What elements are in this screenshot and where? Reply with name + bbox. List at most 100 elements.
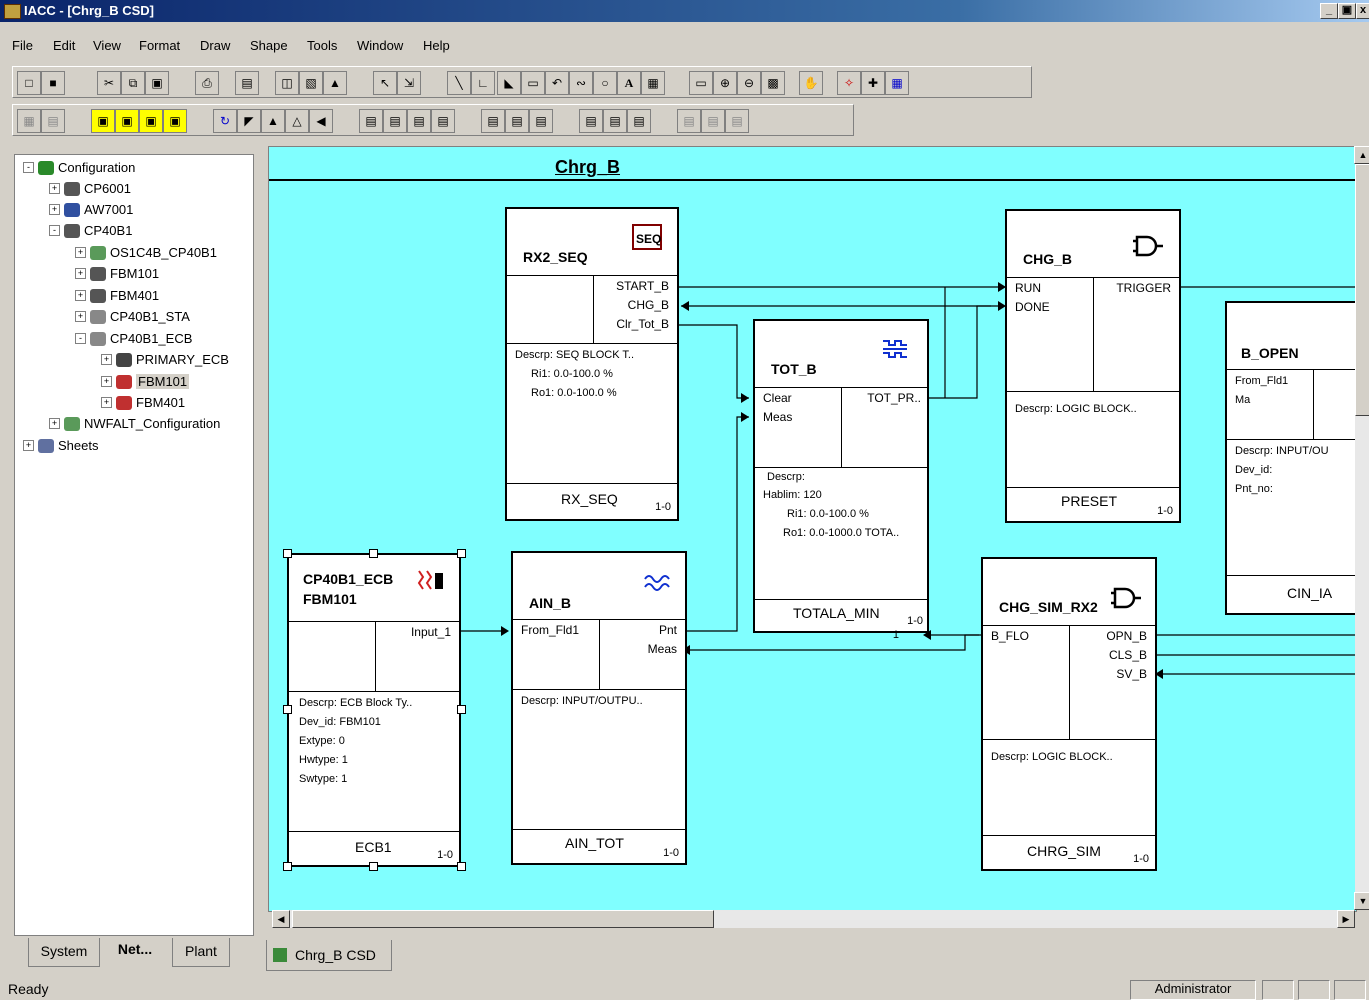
tree-node-cp40b1[interactable]: - CP40B1 bbox=[49, 222, 132, 242]
tree-node-cp40b1-sta[interactable]: + CP40B1_STA bbox=[75, 308, 190, 328]
tree-node-fbm101[interactable]: + FBM101 bbox=[75, 265, 159, 285]
tree-node-fbm401[interactable]: + FBM401 bbox=[75, 287, 159, 307]
port-trigger[interactable]: TRIGGER bbox=[1116, 281, 1171, 295]
port-meas[interactable]: Meas bbox=[763, 410, 792, 424]
port-pin[interactable]: 1 bbox=[893, 629, 899, 641]
rotate-left-icon[interactable]: ◤ bbox=[237, 109, 261, 133]
mirror-icon[interactable]: ◀ bbox=[309, 109, 333, 133]
menu-view[interactable]: View bbox=[93, 38, 121, 53]
scroll-down-icon[interactable]: ▼ bbox=[1354, 892, 1369, 910]
menu-edit[interactable]: Edit bbox=[53, 38, 75, 53]
space-left-icon[interactable]: ▤ bbox=[579, 109, 603, 133]
port-sv-b[interactable]: SV_B bbox=[1116, 667, 1147, 681]
space-right-icon[interactable]: ▤ bbox=[627, 109, 651, 133]
tab-chrg-b-csd[interactable]: Chrg_B CSD bbox=[266, 940, 392, 971]
group-icon[interactable]: ▦ bbox=[17, 109, 41, 133]
tree-node-ecb-fbm101[interactable]: + FBM101 bbox=[101, 373, 190, 393]
horizontal-scroll-thumb[interactable] bbox=[292, 910, 714, 928]
curve-icon[interactable]: ∾ bbox=[569, 71, 593, 95]
port-meas[interactable]: Meas bbox=[648, 642, 677, 656]
tab-system[interactable]: System bbox=[28, 938, 100, 967]
port-b-flo[interactable]: B_FLO bbox=[991, 629, 1029, 643]
block-b-open[interactable]: B_OPEN From_Fld1 Ma Descrp: INPUT/OU Dev… bbox=[1225, 301, 1356, 615]
port-start-b[interactable]: START_B bbox=[616, 279, 669, 293]
elbow-line-icon[interactable]: ∟ bbox=[471, 71, 495, 95]
port-chg-b[interactable]: CHG_B bbox=[628, 298, 669, 312]
tab-plant[interactable]: Plant bbox=[172, 938, 230, 967]
tree-node-configuration[interactable]: - Configuration bbox=[23, 159, 135, 179]
vertical-scroll-thumb[interactable] bbox=[1355, 164, 1369, 416]
pan-hand-icon[interactable]: ✋ bbox=[799, 71, 823, 95]
port-ma[interactable]: Ma bbox=[1235, 394, 1250, 406]
line-icon[interactable]: ╲ bbox=[447, 71, 471, 95]
tree-node-cp6001[interactable]: + CP6001 bbox=[49, 180, 131, 200]
port-opn-b[interactable]: OPN_B bbox=[1106, 629, 1147, 643]
vertical-scrollbar[interactable]: ▲ ▼ bbox=[1354, 146, 1369, 910]
space-center-icon[interactable]: ▤ bbox=[603, 109, 627, 133]
menu-draw[interactable]: Draw bbox=[200, 38, 230, 53]
block-tot-b[interactable]: TOT_B Clear Meas TOT_PR.. Descrp: Hablim… bbox=[753, 319, 929, 641]
minimize-button[interactable]: _ bbox=[1320, 3, 1338, 19]
ungroup-icon[interactable]: ▤ bbox=[41, 109, 65, 133]
align-bottom-icon[interactable]: ▤ bbox=[383, 109, 407, 133]
image-icon[interactable]: ▦ bbox=[641, 71, 665, 95]
tree-node-primary-ecb[interactable]: + PRIMARY_ECB bbox=[101, 351, 229, 371]
align-right-icon[interactable]: ▤ bbox=[431, 109, 455, 133]
cut-icon[interactable]: ✂ bbox=[97, 71, 121, 95]
align-top-icon[interactable]: ▤ bbox=[359, 109, 383, 133]
zoom-fit-icon[interactable]: ▩ bbox=[761, 71, 785, 95]
port-tot-pr[interactable]: TOT_PR.. bbox=[867, 391, 921, 405]
menu-format[interactable]: Format bbox=[139, 38, 180, 53]
menu-help[interactable]: Help bbox=[423, 38, 450, 53]
configuration-tree[interactable]: - Configuration + CP6001 + AW7001 - CP40B1 +… bbox=[14, 154, 254, 936]
view-icon[interactable]: ◫ bbox=[275, 71, 299, 95]
arc-icon[interactable]: ↶ bbox=[545, 71, 569, 95]
tree-node-ecb-fbm401[interactable]: + FBM401 bbox=[101, 394, 185, 414]
text-icon[interactable]: A bbox=[617, 71, 641, 95]
restore-button[interactable]: ▣ bbox=[1338, 3, 1356, 19]
tree-node-aw7001[interactable]: + AW7001 bbox=[49, 201, 133, 221]
same-width-icon[interactable]: ▤ bbox=[677, 109, 701, 133]
port-run[interactable]: RUN bbox=[1015, 281, 1041, 295]
menu-file[interactable]: File bbox=[12, 38, 33, 53]
port-clr-tot-b[interactable]: Clr_Tot_B bbox=[616, 317, 669, 331]
block-cp40b1-ecb[interactable]: CP40B1_ECB FBM101 Input_1 Descrp: ECB Bl… bbox=[287, 553, 461, 867]
distribute-bottom-icon[interactable]: ▤ bbox=[529, 109, 553, 133]
port-input-1[interactable]: Input_1 bbox=[411, 625, 451, 639]
save-icon[interactable]: ■ bbox=[41, 71, 65, 95]
send-backward-icon[interactable]: ▣ bbox=[163, 109, 187, 133]
move-icon[interactable]: ✚ bbox=[861, 71, 885, 95]
zoom-out-icon[interactable]: ⊖ bbox=[737, 71, 761, 95]
new-icon[interactable]: □ bbox=[17, 71, 41, 95]
pointer-icon[interactable]: ↖ bbox=[373, 71, 397, 95]
ellipse-icon[interactable]: ○ bbox=[593, 71, 617, 95]
menu-tools[interactable]: Tools bbox=[307, 38, 337, 53]
paste-icon[interactable]: ▣ bbox=[145, 71, 169, 95]
flip-vertical-icon[interactable]: △ bbox=[285, 109, 309, 133]
properties-icon[interactable]: ▤ bbox=[235, 71, 259, 95]
scroll-up-icon[interactable]: ▲ bbox=[1354, 146, 1369, 164]
port-cls-b[interactable]: CLS_B bbox=[1109, 648, 1147, 662]
reshape-icon[interactable]: ⇲ bbox=[397, 71, 421, 95]
port-clear[interactable]: Clear bbox=[763, 391, 792, 405]
bring-forward-icon[interactable]: ▣ bbox=[139, 109, 163, 133]
scroll-left-icon[interactable]: ◀ bbox=[272, 910, 290, 928]
copy-icon[interactable]: ⧉ bbox=[121, 71, 145, 95]
send-back-icon[interactable]: ▣ bbox=[115, 109, 139, 133]
tree-node-nwfalt[interactable]: + NWFALT_Configuration bbox=[49, 415, 220, 435]
zoom-in-icon[interactable]: ⊕ bbox=[713, 71, 737, 95]
same-height-icon[interactable]: ▤ bbox=[701, 109, 725, 133]
rectangle-icon[interactable]: ▭ bbox=[521, 71, 545, 95]
port-from-fld1[interactable]: From_Fld1 bbox=[521, 623, 579, 637]
distribute-middle-icon[interactable]: ▤ bbox=[505, 109, 529, 133]
rotate-icon[interactable]: ↻ bbox=[213, 109, 237, 133]
block-chg-sim-rx2[interactable]: CHG_SIM_RX2 B_FLO OPN_B CLS_B SV_B Descr… bbox=[981, 557, 1157, 871]
diagram-canvas[interactable]: Chrg_B RX2_SEQ SEQ START_B CHG_B Clr_Tot… bbox=[268, 146, 1357, 912]
tree-node-sheets[interactable]: + Sheets bbox=[23, 437, 98, 457]
horizontal-scrollbar[interactable]: ◀ ▶ bbox=[272, 910, 1355, 928]
distribute-top-icon[interactable]: ▤ bbox=[481, 109, 505, 133]
menu-window[interactable]: Window bbox=[357, 38, 403, 53]
align-left-icon[interactable]: ▤ bbox=[407, 109, 431, 133]
triangle-icon[interactable]: ◣ bbox=[497, 71, 521, 95]
close-button[interactable]: x bbox=[1356, 3, 1369, 19]
